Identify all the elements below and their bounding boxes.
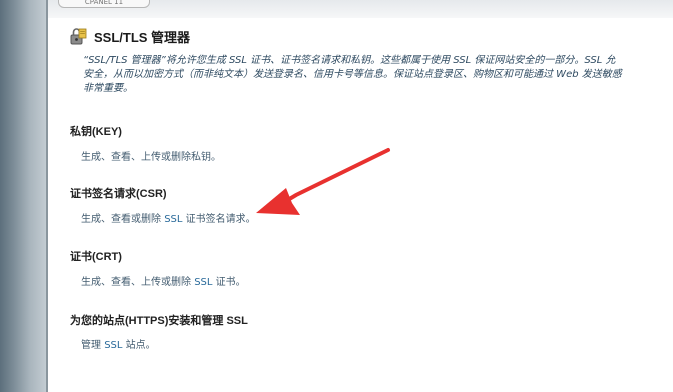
top-tab[interactable]: CPANEL 11 (58, 0, 150, 8)
section-title-https[interactable]: 为您的站点(HTTPS)安装和管理 SSL (70, 312, 248, 328)
section-desc-key: 生成、查看、上传或删除私钥。 (81, 148, 221, 163)
page-title: SSL/TLS 管理器 (94, 29, 191, 45)
intro-line-2: 安全，从而以加密方式（而非纯文本）发送登录名、信用卡号等信息。保证站点登录区、购… (83, 69, 622, 80)
title-row: SSL/TLS 管理器 (68, 26, 190, 46)
section-desc-https: 管理 SSL 站点。 (81, 336, 156, 351)
intro-line-1: “SSL/TLS 管理器”将允许您生成 SSL 证书、证书签名请求和私钥。这些都… (83, 55, 616, 66)
section-desc-https-ssl[interactable]: SSL (104, 340, 122, 351)
section-title-key[interactable]: 私钥(KEY) (70, 123, 122, 139)
section-title-crt[interactable]: 证书(CRT) (70, 248, 122, 264)
intro-text: “SSL/TLS 管理器”将允许您生成 SSL 证书、证书签名请求和私钥。这些都… (83, 54, 673, 96)
section-desc-key-text: 生成、查看、上传或删除私钥。 (81, 152, 221, 163)
section-desc-csr: 生成、查看或删除 SSL 证书签名请求。 (81, 210, 256, 225)
intro-line-3: 非常重要。 (83, 83, 133, 94)
section-desc-csr-ssl[interactable]: SSL (164, 214, 182, 225)
page: CPANEL 11 SSL/TLS 管理器 “SSL/TLS 管理器”将允许您生… (0, 0, 673, 392)
section-desc-csr-pre: 生成、查看或删除 (81, 214, 165, 225)
main-content: SSL/TLS 管理器 “SSL/TLS 管理器”将允许您生成 SSL 证书、证… (50, 18, 673, 392)
section-desc-crt-post: 证书。 (212, 277, 246, 288)
section-desc-crt-pre: 生成、查看、上传或删除 (81, 277, 195, 288)
section-desc-crt-ssl[interactable]: SSL (194, 277, 212, 288)
section-title-csr[interactable]: 证书签名请求(CSR) (70, 185, 167, 201)
section-desc-https-post: 站点。 (122, 340, 156, 351)
section-desc-crt: 生成、查看、上传或删除 SSL 证书。 (81, 273, 246, 288)
section-desc-csr-post: 证书签名请求。 (182, 214, 256, 225)
ssl-lock-icon (68, 26, 88, 46)
rail-border (46, 0, 48, 392)
left-rail (0, 0, 46, 392)
section-desc-https-pre: 管理 (81, 340, 105, 351)
